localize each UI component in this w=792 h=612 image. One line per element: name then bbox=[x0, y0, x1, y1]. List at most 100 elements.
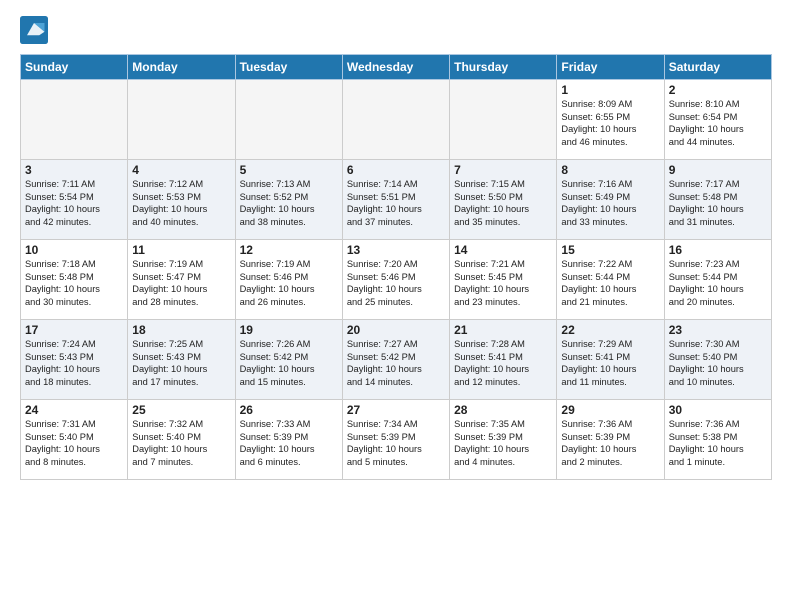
weekday-header-monday: Monday bbox=[128, 55, 235, 80]
day-number: 2 bbox=[669, 83, 767, 97]
calendar-cell bbox=[235, 80, 342, 160]
calendar-cell: 19Sunrise: 7:26 AM Sunset: 5:42 PM Dayli… bbox=[235, 320, 342, 400]
day-info: Sunrise: 7:23 AM Sunset: 5:44 PM Dayligh… bbox=[669, 258, 767, 308]
day-info: Sunrise: 7:21 AM Sunset: 5:45 PM Dayligh… bbox=[454, 258, 552, 308]
week-row-5: 24Sunrise: 7:31 AM Sunset: 5:40 PM Dayli… bbox=[21, 400, 772, 480]
day-info: Sunrise: 7:30 AM Sunset: 5:40 PM Dayligh… bbox=[669, 338, 767, 388]
day-number: 21 bbox=[454, 323, 552, 337]
day-info: Sunrise: 7:16 AM Sunset: 5:49 PM Dayligh… bbox=[561, 178, 659, 228]
calendar-cell: 15Sunrise: 7:22 AM Sunset: 5:44 PM Dayli… bbox=[557, 240, 664, 320]
day-info: Sunrise: 7:22 AM Sunset: 5:44 PM Dayligh… bbox=[561, 258, 659, 308]
day-info: Sunrise: 7:29 AM Sunset: 5:41 PM Dayligh… bbox=[561, 338, 659, 388]
day-info: Sunrise: 7:32 AM Sunset: 5:40 PM Dayligh… bbox=[132, 418, 230, 468]
weekday-header-row: SundayMondayTuesdayWednesdayThursdayFrid… bbox=[21, 55, 772, 80]
calendar-cell: 10Sunrise: 7:18 AM Sunset: 5:48 PM Dayli… bbox=[21, 240, 128, 320]
calendar-cell: 11Sunrise: 7:19 AM Sunset: 5:47 PM Dayli… bbox=[128, 240, 235, 320]
day-number: 20 bbox=[347, 323, 445, 337]
week-row-3: 10Sunrise: 7:18 AM Sunset: 5:48 PM Dayli… bbox=[21, 240, 772, 320]
calendar-cell: 23Sunrise: 7:30 AM Sunset: 5:40 PM Dayli… bbox=[664, 320, 771, 400]
calendar-cell: 13Sunrise: 7:20 AM Sunset: 5:46 PM Dayli… bbox=[342, 240, 449, 320]
day-info: Sunrise: 7:36 AM Sunset: 5:38 PM Dayligh… bbox=[669, 418, 767, 468]
day-info: Sunrise: 7:33 AM Sunset: 5:39 PM Dayligh… bbox=[240, 418, 338, 468]
day-number: 28 bbox=[454, 403, 552, 417]
day-number: 3 bbox=[25, 163, 123, 177]
day-number: 13 bbox=[347, 243, 445, 257]
week-row-4: 17Sunrise: 7:24 AM Sunset: 5:43 PM Dayli… bbox=[21, 320, 772, 400]
weekday-header-saturday: Saturday bbox=[664, 55, 771, 80]
calendar-cell: 27Sunrise: 7:34 AM Sunset: 5:39 PM Dayli… bbox=[342, 400, 449, 480]
day-info: Sunrise: 7:12 AM Sunset: 5:53 PM Dayligh… bbox=[132, 178, 230, 228]
day-number: 10 bbox=[25, 243, 123, 257]
day-info: Sunrise: 8:10 AM Sunset: 6:54 PM Dayligh… bbox=[669, 98, 767, 148]
day-number: 30 bbox=[669, 403, 767, 417]
day-info: Sunrise: 7:27 AM Sunset: 5:42 PM Dayligh… bbox=[347, 338, 445, 388]
calendar-cell bbox=[21, 80, 128, 160]
calendar-cell: 4Sunrise: 7:12 AM Sunset: 5:53 PM Daylig… bbox=[128, 160, 235, 240]
day-info: Sunrise: 7:15 AM Sunset: 5:50 PM Dayligh… bbox=[454, 178, 552, 228]
day-number: 7 bbox=[454, 163, 552, 177]
day-number: 8 bbox=[561, 163, 659, 177]
calendar-cell: 3Sunrise: 7:11 AM Sunset: 5:54 PM Daylig… bbox=[21, 160, 128, 240]
day-info: Sunrise: 7:13 AM Sunset: 5:52 PM Dayligh… bbox=[240, 178, 338, 228]
logo-icon bbox=[20, 16, 48, 44]
calendar-cell: 21Sunrise: 7:28 AM Sunset: 5:41 PM Dayli… bbox=[450, 320, 557, 400]
calendar-cell: 26Sunrise: 7:33 AM Sunset: 5:39 PM Dayli… bbox=[235, 400, 342, 480]
day-info: Sunrise: 7:11 AM Sunset: 5:54 PM Dayligh… bbox=[25, 178, 123, 228]
day-number: 1 bbox=[561, 83, 659, 97]
day-number: 4 bbox=[132, 163, 230, 177]
calendar-cell: 24Sunrise: 7:31 AM Sunset: 5:40 PM Dayli… bbox=[21, 400, 128, 480]
calendar-cell bbox=[128, 80, 235, 160]
day-info: Sunrise: 7:31 AM Sunset: 5:40 PM Dayligh… bbox=[25, 418, 123, 468]
day-number: 16 bbox=[669, 243, 767, 257]
day-info: Sunrise: 7:14 AM Sunset: 5:51 PM Dayligh… bbox=[347, 178, 445, 228]
weekday-header-sunday: Sunday bbox=[21, 55, 128, 80]
day-number: 14 bbox=[454, 243, 552, 257]
calendar-cell: 12Sunrise: 7:19 AM Sunset: 5:46 PM Dayli… bbox=[235, 240, 342, 320]
day-number: 6 bbox=[347, 163, 445, 177]
weekday-header-friday: Friday bbox=[557, 55, 664, 80]
day-number: 29 bbox=[561, 403, 659, 417]
calendar-cell bbox=[450, 80, 557, 160]
weekday-header-thursday: Thursday bbox=[450, 55, 557, 80]
calendar-cell bbox=[342, 80, 449, 160]
calendar-cell: 18Sunrise: 7:25 AM Sunset: 5:43 PM Dayli… bbox=[128, 320, 235, 400]
day-number: 9 bbox=[669, 163, 767, 177]
calendar-cell: 7Sunrise: 7:15 AM Sunset: 5:50 PM Daylig… bbox=[450, 160, 557, 240]
calendar-cell: 25Sunrise: 7:32 AM Sunset: 5:40 PM Dayli… bbox=[128, 400, 235, 480]
day-number: 12 bbox=[240, 243, 338, 257]
calendar-cell: 17Sunrise: 7:24 AM Sunset: 5:43 PM Dayli… bbox=[21, 320, 128, 400]
day-number: 5 bbox=[240, 163, 338, 177]
calendar-cell: 1Sunrise: 8:09 AM Sunset: 6:55 PM Daylig… bbox=[557, 80, 664, 160]
weekday-header-tuesday: Tuesday bbox=[235, 55, 342, 80]
day-number: 23 bbox=[669, 323, 767, 337]
calendar-cell: 29Sunrise: 7:36 AM Sunset: 5:39 PM Dayli… bbox=[557, 400, 664, 480]
calendar-cell: 6Sunrise: 7:14 AM Sunset: 5:51 PM Daylig… bbox=[342, 160, 449, 240]
day-number: 11 bbox=[132, 243, 230, 257]
day-info: Sunrise: 7:36 AM Sunset: 5:39 PM Dayligh… bbox=[561, 418, 659, 468]
day-info: Sunrise: 7:34 AM Sunset: 5:39 PM Dayligh… bbox=[347, 418, 445, 468]
day-info: Sunrise: 7:20 AM Sunset: 5:46 PM Dayligh… bbox=[347, 258, 445, 308]
day-number: 15 bbox=[561, 243, 659, 257]
day-info: Sunrise: 7:28 AM Sunset: 5:41 PM Dayligh… bbox=[454, 338, 552, 388]
day-info: Sunrise: 8:09 AM Sunset: 6:55 PM Dayligh… bbox=[561, 98, 659, 148]
day-info: Sunrise: 7:18 AM Sunset: 5:48 PM Dayligh… bbox=[25, 258, 123, 308]
day-info: Sunrise: 7:26 AM Sunset: 5:42 PM Dayligh… bbox=[240, 338, 338, 388]
week-row-1: 1Sunrise: 8:09 AM Sunset: 6:55 PM Daylig… bbox=[21, 80, 772, 160]
page: SundayMondayTuesdayWednesdayThursdayFrid… bbox=[0, 0, 792, 496]
day-info: Sunrise: 7:25 AM Sunset: 5:43 PM Dayligh… bbox=[132, 338, 230, 388]
calendar-cell: 9Sunrise: 7:17 AM Sunset: 5:48 PM Daylig… bbox=[664, 160, 771, 240]
calendar-cell: 2Sunrise: 8:10 AM Sunset: 6:54 PM Daylig… bbox=[664, 80, 771, 160]
header bbox=[20, 16, 772, 44]
calendar-cell: 28Sunrise: 7:35 AM Sunset: 5:39 PM Dayli… bbox=[450, 400, 557, 480]
calendar-cell: 22Sunrise: 7:29 AM Sunset: 5:41 PM Dayli… bbox=[557, 320, 664, 400]
day-info: Sunrise: 7:35 AM Sunset: 5:39 PM Dayligh… bbox=[454, 418, 552, 468]
day-number: 25 bbox=[132, 403, 230, 417]
day-number: 19 bbox=[240, 323, 338, 337]
calendar-cell: 14Sunrise: 7:21 AM Sunset: 5:45 PM Dayli… bbox=[450, 240, 557, 320]
calendar-cell: 20Sunrise: 7:27 AM Sunset: 5:42 PM Dayli… bbox=[342, 320, 449, 400]
calendar-cell: 30Sunrise: 7:36 AM Sunset: 5:38 PM Dayli… bbox=[664, 400, 771, 480]
day-info: Sunrise: 7:24 AM Sunset: 5:43 PM Dayligh… bbox=[25, 338, 123, 388]
day-number: 24 bbox=[25, 403, 123, 417]
weekday-header-wednesday: Wednesday bbox=[342, 55, 449, 80]
logo bbox=[20, 16, 52, 44]
